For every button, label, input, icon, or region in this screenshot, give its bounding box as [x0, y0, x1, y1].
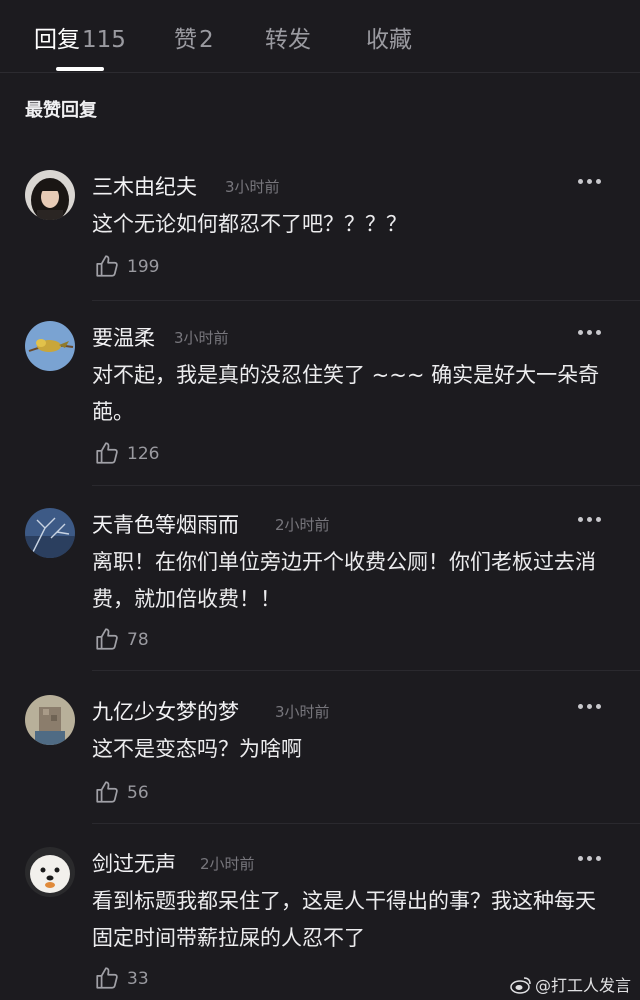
username[interactable]: 要温柔 [92, 322, 155, 352]
thumbs-up-icon [96, 628, 118, 650]
tab-likes-count: 2 [199, 27, 214, 53]
tab-reposts[interactable]: 转发 [265, 20, 311, 54]
comment-text: 离职！在你们单位旁边开个收费公厕！你们老板过去消费，就加倍收费！！ [92, 550, 596, 611]
tab-favorites-label: 收藏 [366, 27, 412, 53]
tab-likes[interactable]: 赞2 [174, 20, 214, 54]
comment-text: 看到标题我都呆住了，这是人干得出的事？我这种每天固定时间带薪拉屎的人忍不了 [92, 889, 596, 950]
comment-item: 九亿少女梦的梦 3小时前 这不是变态吗？为啥啊 56 [0, 695, 640, 815]
avatar[interactable] [25, 321, 75, 371]
timestamp: 2小时前 [275, 516, 330, 534]
comment-text: 对不起，我是真的没忍住笑了 ~~~ 确实是好大一朵奇葩。 [92, 363, 600, 424]
tab-reposts-label: 转发 [265, 27, 311, 53]
weibo-logo-icon [510, 976, 532, 998]
blurred-child-avatar-icon [25, 695, 75, 745]
more-options-button[interactable] [578, 695, 606, 715]
avatar[interactable] [25, 847, 75, 897]
like-count: 126 [127, 444, 160, 464]
divider [92, 300, 640, 301]
tab-replies-label: 回复 [34, 27, 80, 53]
watermark: @打工人发言 [510, 972, 631, 998]
bird-on-branch-avatar-icon [25, 321, 75, 371]
username[interactable]: 三木由纪夫 [92, 171, 197, 201]
more-options-button[interactable] [578, 321, 606, 341]
thumbs-up-icon [96, 967, 118, 989]
timestamp: 3小时前 [275, 703, 330, 721]
divider [92, 670, 640, 671]
thumbs-up-icon [96, 781, 118, 803]
watermark-text: @打工人发言 [535, 976, 632, 995]
thumbs-up-icon [96, 255, 118, 277]
blue-sky-tree-avatar-icon [25, 508, 75, 558]
comment-item: 天青色等烟雨而 2小时前 离职！在你们单位旁边开个收费公厕！你们老板过去消费，就… [0, 508, 640, 658]
white-dog-avatar-icon [25, 847, 75, 897]
tab-replies-count: 115 [82, 27, 126, 53]
more-options-button[interactable] [578, 170, 606, 190]
more-options-button[interactable] [578, 508, 606, 528]
avatar[interactable] [25, 695, 75, 745]
like-count: 78 [127, 630, 149, 650]
girl-portrait-avatar-icon [25, 170, 75, 220]
comment-item: 要温柔 3小时前 对不起，我是真的没忍住笑了 ~~~ 确实是好大一朵奇葩。 12… [0, 321, 640, 471]
thumbs-up-icon [96, 442, 118, 464]
avatar[interactable] [25, 170, 75, 220]
timestamp: 3小时前 [225, 178, 280, 196]
like-count: 199 [127, 257, 160, 277]
more-options-button[interactable] [578, 847, 606, 867]
comment-item: 三木由纪夫 3小时前 这个无论如何都忍不了吧？？？？ 199 [0, 170, 640, 290]
divider [92, 823, 640, 824]
timestamp: 2小时前 [200, 855, 255, 873]
tab-favorites[interactable]: 收藏 [366, 20, 412, 54]
like-count: 56 [127, 783, 149, 803]
avatar[interactable] [25, 508, 75, 558]
like-count: 33 [127, 969, 149, 989]
section-title: 最赞回复 [25, 100, 97, 121]
active-tab-indicator [56, 67, 104, 71]
divider [92, 485, 640, 486]
comment-text: 这个无论如何都忍不了吧？？？？ [92, 212, 407, 236]
username[interactable]: 剑过无声 [92, 848, 176, 878]
tabs-divider [0, 72, 640, 73]
tab-replies[interactable]: 回复115 [34, 20, 126, 54]
username[interactable]: 九亿少女梦的梦 [92, 696, 239, 726]
tab-likes-label: 赞 [174, 27, 197, 53]
username[interactable]: 天青色等烟雨而 [92, 509, 239, 539]
comment-text: 这不是变态吗？为啥啊 [92, 737, 302, 761]
timestamp: 3小时前 [174, 329, 229, 347]
tab-bar: 回复115 赞2 转发 收藏 [0, 0, 640, 72]
